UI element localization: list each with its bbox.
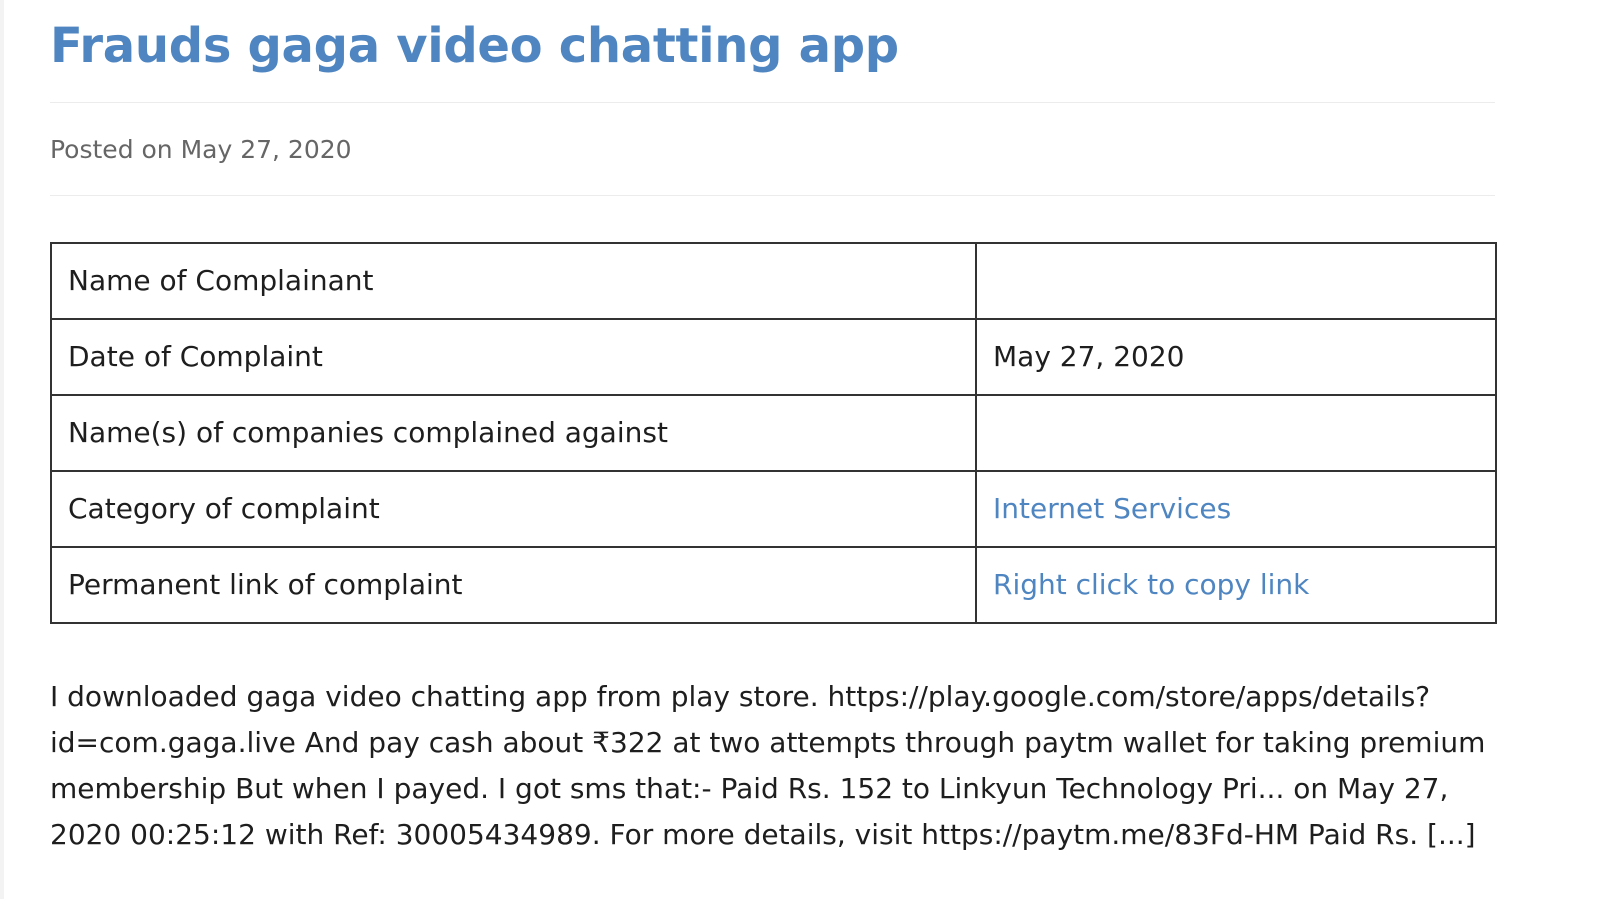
row-label: Name(s) of companies complained against [50, 394, 977, 472]
excerpt-line: membership But when I payed. I got sms t… [50, 772, 1449, 805]
row-value [975, 242, 1497, 320]
table-row-permalink: Permanent link of complaint Right click … [50, 546, 1497, 624]
category-link[interactable]: Internet Services [993, 492, 1231, 525]
complaint-post: Frauds gaga video chatting app Posted on… [50, 0, 1497, 858]
permalink-cell: Right click to copy link [975, 546, 1497, 624]
table-row-category: Category of complaint Internet Services [50, 470, 1497, 548]
excerpt-line: id=com.gaga.live And pay cash about ₹322… [50, 726, 1486, 759]
row-label: Name of Complainant [50, 242, 977, 320]
complaint-excerpt: I downloaded gaga video chatting app fro… [50, 674, 1495, 858]
row-label: Category of complaint [50, 470, 977, 548]
meta-divider [50, 195, 1495, 196]
table-row-complainant-name: Name of Complainant [50, 242, 1497, 320]
category-cell: Internet Services [975, 470, 1497, 548]
header-divider [50, 102, 1495, 103]
row-value [975, 394, 1497, 472]
complaint-date-value: May 27, 2020 [975, 318, 1497, 396]
left-edge-divider [0, 0, 4, 899]
complaint-details-table: Name of Complainant Date of Complaint Ma… [50, 242, 1497, 624]
table-row-companies: Name(s) of companies complained against [50, 394, 1497, 472]
table-row-complaint-date: Date of Complaint May 27, 2020 [50, 318, 1497, 396]
excerpt-line: 2020 00:25:12 with Ref: 30005434989. For… [50, 818, 1476, 851]
post-date-meta: Posted on May 27, 2020 [50, 135, 352, 164]
excerpt-line: I downloaded gaga video chatting app fro… [50, 680, 1431, 713]
permalink-link[interactable]: Right click to copy link [993, 568, 1309, 601]
post-title[interactable]: Frauds gaga video chatting app [50, 0, 1495, 78]
row-label: Permanent link of complaint [50, 546, 977, 624]
row-label: Date of Complaint [50, 318, 977, 396]
